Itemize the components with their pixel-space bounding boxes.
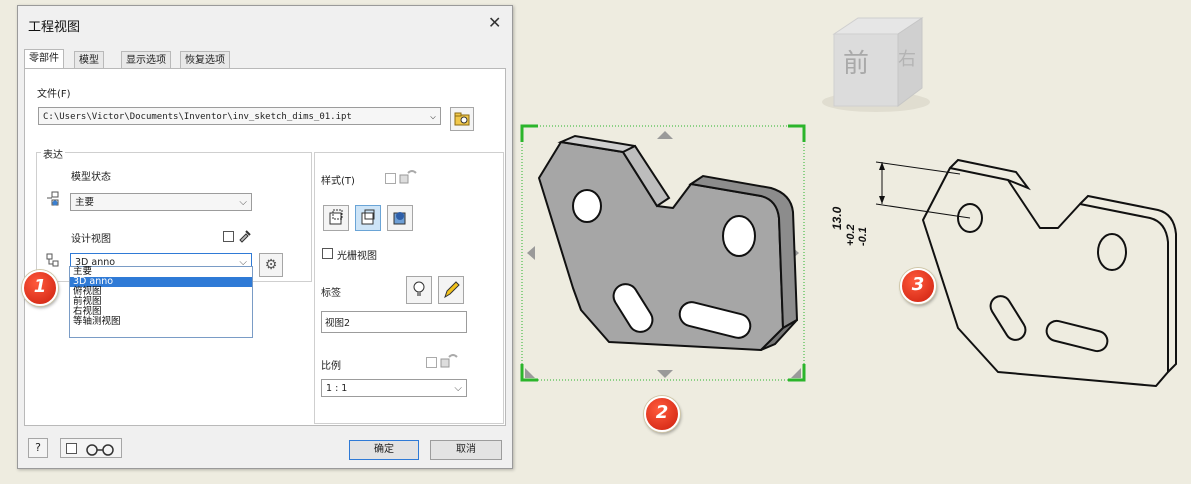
drawing-view-dialog: 工程视图 ✕ 零部件 模型 显示选项 恢复选项 文件(F) C:\Users\V… xyxy=(17,5,513,469)
raster-view-label: 光栅视图 xyxy=(337,251,377,262)
hidden-lines-icon xyxy=(329,209,343,225)
model-state-combo[interactable]: 主要 ⌵ xyxy=(70,193,252,211)
link-scale-icon xyxy=(440,354,458,368)
hidden-lines-removed-icon xyxy=(361,209,375,225)
close-icon[interactable]: ✕ xyxy=(488,13,501,32)
representation-label: 表达 xyxy=(41,146,65,161)
gear-icon: ⚙ xyxy=(264,257,278,273)
tab-model[interactable]: 模型 xyxy=(74,51,104,69)
label-visibility-button[interactable] xyxy=(406,276,432,304)
style-hidden-lines-button[interactable] xyxy=(323,205,349,231)
callout-badge-3: 3 xyxy=(900,268,936,304)
preview-checkbox[interactable] xyxy=(66,443,77,454)
dimension-text: 13.0 xyxy=(830,206,844,230)
model-state-icon xyxy=(47,191,59,206)
scale-value: 1 : 1 xyxy=(326,383,348,394)
scale-label: 比例 xyxy=(321,361,341,372)
style-label: 样式(T) xyxy=(321,176,355,187)
annotated-line-view[interactable] xyxy=(838,148,1178,398)
dimension-value: 13.0 xyxy=(830,170,844,230)
view-label-input[interactable]: 视图2 xyxy=(321,311,467,333)
scale-from-base-checkbox[interactable] xyxy=(426,357,437,368)
pin-associative-icon xyxy=(239,230,251,243)
style-shaded-button[interactable] xyxy=(387,205,413,231)
ok-button[interactable]: 确定 xyxy=(349,440,419,460)
tab-component[interactable]: 零部件 xyxy=(24,49,64,70)
tab-display-options[interactable]: 显示选项 xyxy=(121,51,171,69)
browse-file-button[interactable] xyxy=(450,107,474,131)
help-icon: ? xyxy=(35,441,41,454)
dropdown-item[interactable]: 等轴测视图 xyxy=(70,317,252,327)
dialog-title: 工程视图 xyxy=(28,20,81,35)
scale-combo[interactable]: 1 : 1 ⌵ xyxy=(321,379,467,397)
link-style-icon xyxy=(399,170,417,184)
cancel-button[interactable]: 取消 xyxy=(430,440,502,460)
glasses-icon xyxy=(86,444,114,456)
tolerance-upper: +0.2 xyxy=(845,224,857,246)
shaded-icon xyxy=(393,212,406,225)
preview-toggle[interactable] xyxy=(60,438,122,458)
help-button[interactable]: ? xyxy=(28,438,48,458)
chevron-down-icon: ⌵ xyxy=(454,383,462,394)
file-path-combo[interactable]: C:\Users\Victor\Documents\Inventor\inv_s… xyxy=(38,107,441,125)
file-path-value: C:\Users\Victor\Documents\Inventor\inv_s… xyxy=(43,112,352,122)
chevron-down-icon: ⌵ xyxy=(239,197,247,208)
style-from-base-checkbox[interactable] xyxy=(385,173,396,184)
view-cube-right-face[interactable]: 右 xyxy=(898,45,916,71)
shaded-view-preview[interactable] xyxy=(517,122,811,384)
chevron-down-icon: ⌵ xyxy=(429,111,436,122)
design-view-settings-button[interactable]: ⚙ xyxy=(259,253,283,277)
design-view-dropdown: 主要 3D anno 俯视图 前视图 右视图 等轴测视图 xyxy=(69,266,253,338)
lightbulb-icon xyxy=(413,281,425,296)
label-label: 标签 xyxy=(321,288,341,299)
style-hidden-lines-removed-button[interactable] xyxy=(355,205,381,231)
callout-badge-2: 2 xyxy=(644,396,680,432)
folder-search-icon xyxy=(454,112,470,126)
model-state-value: 主要 xyxy=(75,197,95,208)
edit-label-button[interactable] xyxy=(438,276,464,304)
raster-view-checkbox[interactable] xyxy=(322,248,333,259)
design-view-label: 设计视图 xyxy=(71,234,111,245)
pencil-icon xyxy=(444,281,460,299)
dimension-tolerance: +0.2 -0.1 xyxy=(845,224,869,246)
file-label: 文件(F) xyxy=(37,89,71,100)
design-view-icon xyxy=(46,253,59,267)
model-state-label: 模型状态 xyxy=(71,172,111,183)
design-view-associative-checkbox[interactable] xyxy=(223,231,234,242)
tab-panel: 文件(F) C:\Users\Victor\Documents\Inventor… xyxy=(24,68,506,426)
view-cube[interactable] xyxy=(810,8,940,116)
tolerance-lower: -0.1 xyxy=(857,227,869,246)
view-label-value: 视图2 xyxy=(325,318,351,329)
callout-badge-1: 1 xyxy=(22,270,58,306)
view-cube-front-face[interactable]: 前 xyxy=(843,43,869,80)
tab-recovery-options[interactable]: 恢复选项 xyxy=(180,51,230,69)
